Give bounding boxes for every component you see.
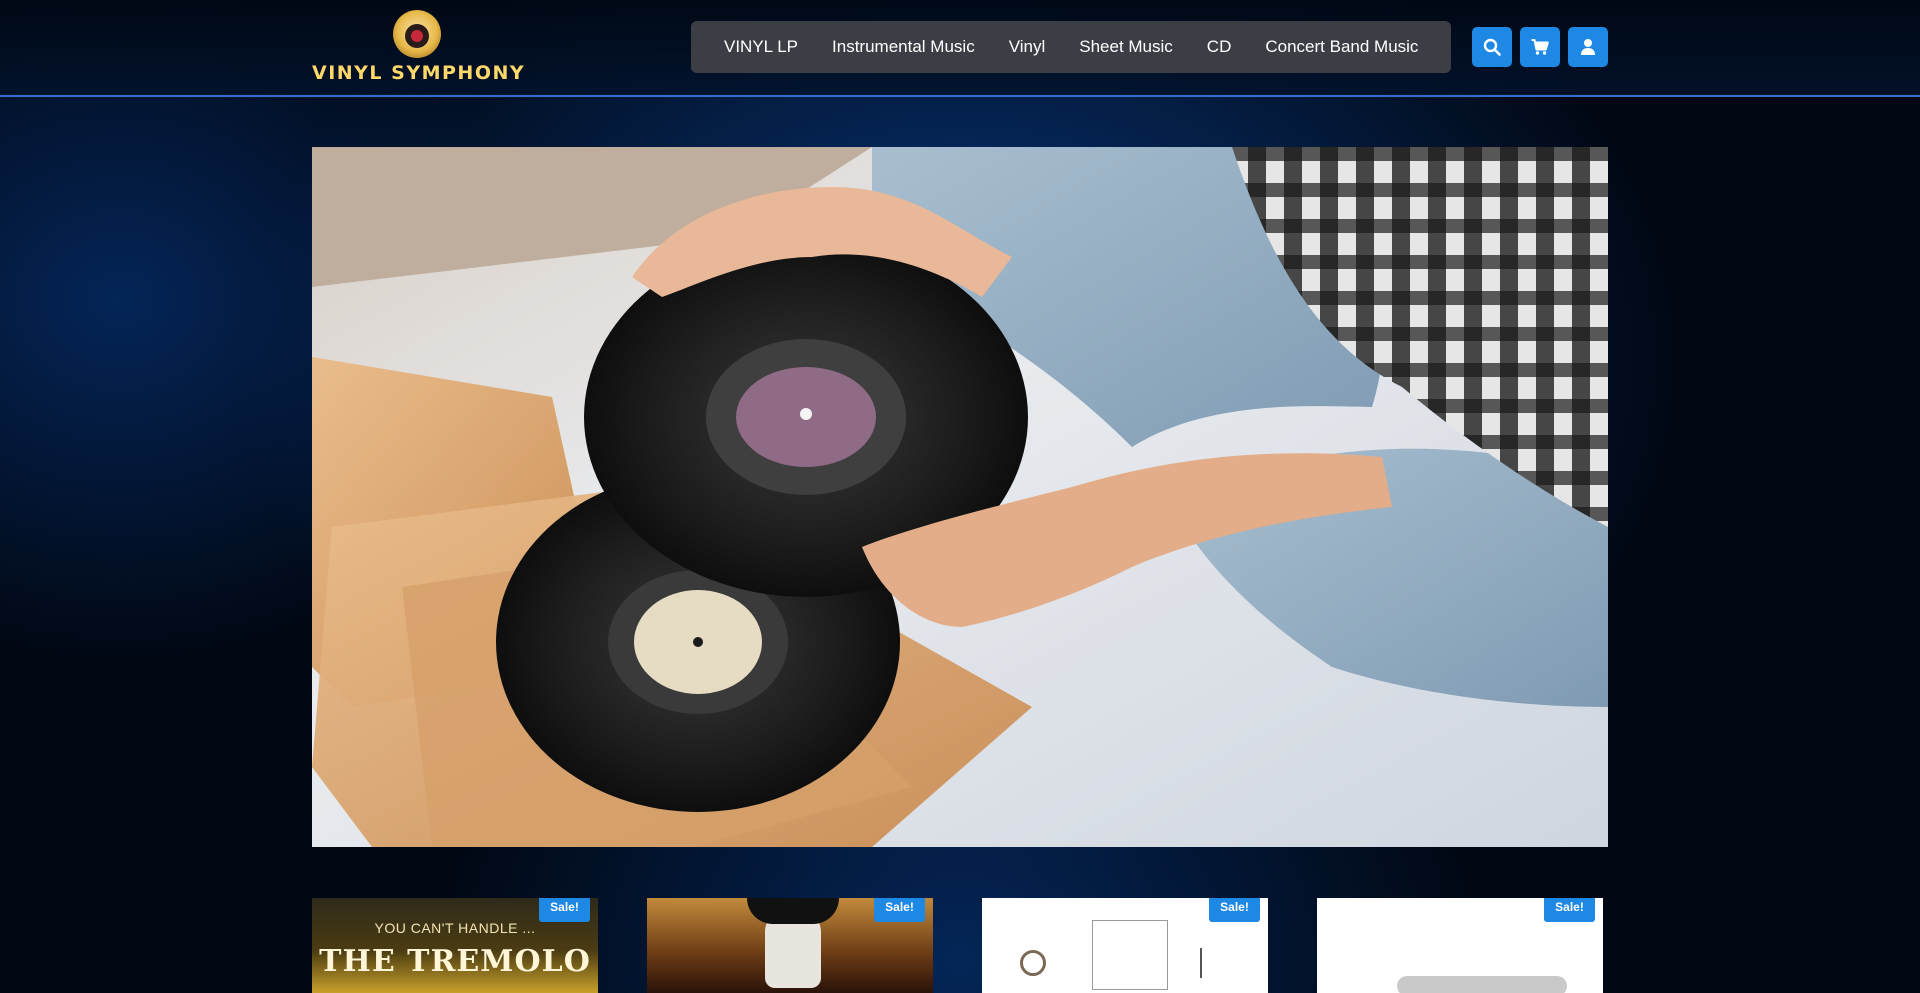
nav-item-concert-band-music[interactable]: Concert Band Music: [1248, 37, 1435, 57]
product-card[interactable]: Sale!: [982, 898, 1268, 993]
nav-item-vinyl-lp[interactable]: VINYL LP: [707, 37, 815, 57]
logo-emblem-icon: [393, 10, 441, 58]
sale-badge: Sale!: [1544, 898, 1595, 922]
main-nav: VINYL LP Instrumental Music Vinyl Sheet …: [691, 21, 1452, 73]
vinyl-records-photo: [312, 147, 1608, 847]
cover-diagram: [1092, 920, 1168, 990]
cover-instrument: [1397, 976, 1567, 993]
product-card[interactable]: Sale!: [647, 898, 933, 993]
nav-item-vinyl[interactable]: Vinyl: [992, 37, 1063, 57]
cover-text-tagline: YOU CAN'T HANDLE ...: [374, 920, 536, 936]
product-grid: YOU CAN'T HANDLE ... THE TREMOLO Sale! S…: [312, 898, 1608, 993]
product-card[interactable]: Sale!: [1317, 898, 1603, 993]
nav-item-sheet-music[interactable]: Sheet Music: [1062, 37, 1190, 57]
cart-icon: [1531, 39, 1549, 55]
sale-badge: Sale!: [874, 898, 925, 922]
product-card[interactable]: YOU CAN'T HANDLE ... THE TREMOLO Sale!: [312, 898, 598, 993]
search-button[interactable]: [1472, 27, 1512, 67]
brand-name: VINYL SYMPHONY: [312, 62, 526, 84]
cover-wire: [1200, 948, 1218, 978]
site-header: VINYL SYMPHONY VINYL LP Instrumental Mus…: [0, 0, 1920, 97]
cover-text-title: THE TREMOLO: [319, 944, 591, 979]
account-button[interactable]: [1568, 27, 1608, 67]
search-icon: [1483, 38, 1501, 56]
nav-item-instrumental-music[interactable]: Instrumental Music: [815, 37, 992, 57]
cover-hair: [747, 898, 839, 924]
nav-item-cd[interactable]: CD: [1190, 37, 1249, 57]
sale-badge: Sale!: [539, 898, 590, 922]
cover-knob: [1020, 950, 1046, 976]
cart-button[interactable]: [1520, 27, 1560, 67]
hero-banner-image[interactable]: [312, 147, 1608, 847]
site-logo[interactable]: VINYL SYMPHONY: [312, 10, 526, 86]
user-icon: [1581, 39, 1595, 55]
sale-badge: Sale!: [1209, 898, 1260, 922]
